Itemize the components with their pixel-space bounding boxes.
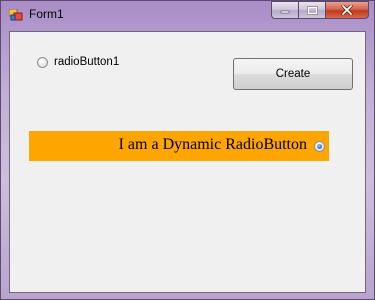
close-icon: [341, 5, 353, 15]
create-button[interactable]: Create: [233, 58, 353, 90]
minimize-button[interactable]: [271, 1, 298, 19]
dynamic-radio-label[interactable]: I am a Dynamic RadioButton: [119, 136, 307, 154]
title-bar[interactable]: Form1: [1, 1, 374, 29]
dynamic-radio-button[interactable]: I am a Dynamic RadioButton: [29, 131, 329, 161]
radio-button-1[interactable]: radioButton1: [37, 56, 119, 68]
radio-selected-dot: [317, 144, 322, 149]
radio-button-1-label[interactable]: radioButton1: [54, 56, 119, 68]
close-button[interactable]: [325, 1, 369, 19]
dynamic-radio-circle[interactable]: [314, 141, 325, 152]
form-client-area: radioButton1 Create I am a Dynamic Radio…: [9, 31, 366, 293]
form-window: Form1 radioButton1 Create I am a Dynamic…: [0, 0, 375, 300]
maximize-button[interactable]: [298, 1, 325, 19]
maximize-icon: [306, 5, 318, 15]
form-app-icon: [9, 9, 23, 21]
minimize-icon: [280, 10, 290, 14]
window-title: Form1: [29, 7, 64, 21]
caption-buttons: [271, 1, 369, 21]
radio-button-1-circle[interactable]: [37, 56, 48, 68]
